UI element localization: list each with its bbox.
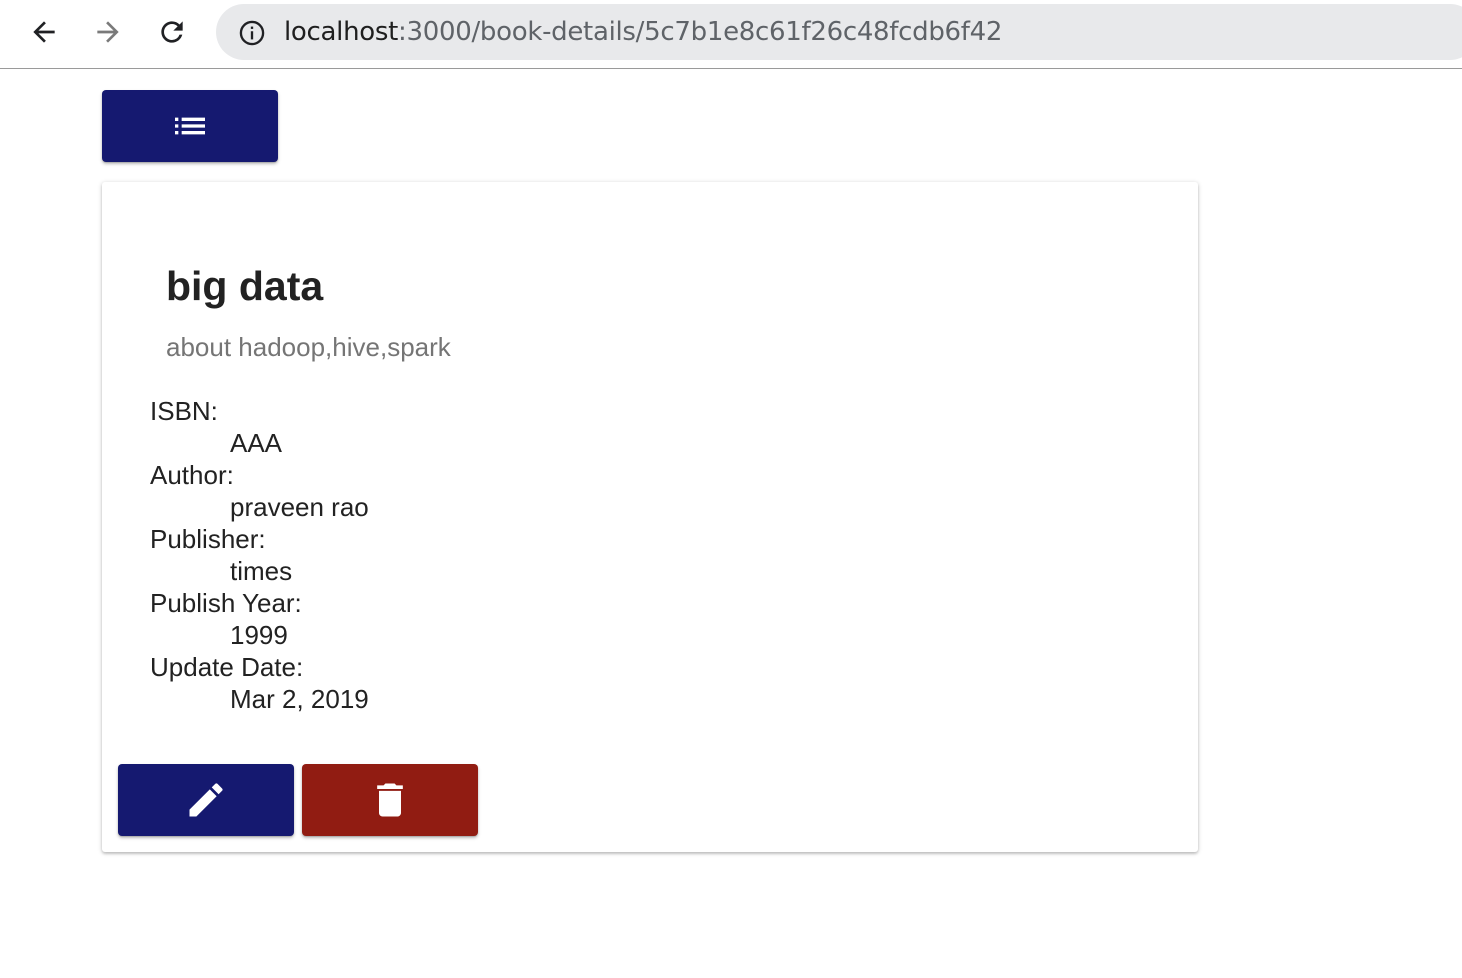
reload-button[interactable] (152, 12, 192, 52)
reload-icon (161, 21, 183, 43)
trash-icon (377, 783, 403, 817)
book-title: big data (166, 263, 324, 309)
arrow-right-icon (97, 21, 119, 43)
publish-year-value: 1999 (230, 620, 288, 650)
book-details-list: ISBN: AAA Author: praveen rao Publisher:… (150, 395, 369, 715)
update-date-label: Update Date: (150, 652, 304, 682)
forward-button[interactable] (88, 12, 128, 52)
url-path: :3000/book-details/5c7b1e8c61f26c48fcdb6… (398, 17, 1003, 47)
author-value: praveen rao (230, 492, 369, 522)
isbn-value: AAA (230, 428, 283, 458)
update-date-value: Mar 2, 2019 (230, 684, 369, 714)
publisher-label: Publisher: (150, 524, 266, 554)
publish-year-label: Publish Year: (150, 588, 302, 618)
publisher-value: times (230, 556, 293, 586)
isbn-label: ISBN: (150, 396, 218, 426)
address-url[interactable]: localhost:3000/book-details/5c7b1e8c61f2… (284, 17, 1002, 47)
delete-button[interactable] (302, 764, 478, 836)
info-circle-icon[interactable] (238, 19, 266, 47)
book-list-button[interactable] (102, 90, 278, 162)
arrow-left-icon (33, 21, 55, 43)
book-description: about hadoop,hive,spark (166, 332, 451, 362)
url-host: localhost (284, 17, 399, 47)
back-button[interactable] (24, 12, 64, 52)
author-label: Author: (150, 460, 234, 490)
edit-button[interactable] (118, 764, 294, 836)
pencil-icon (189, 783, 223, 817)
browser-toolbar: localhost:3000/book-details/5c7b1e8c61f2… (0, 0, 1462, 69)
list-icon (175, 117, 205, 135)
address-bar[interactable]: localhost:3000/book-details/5c7b1e8c61f2… (216, 4, 1462, 60)
book-details-card: big data about hadoop,hive,spark ISBN: A… (102, 182, 1198, 852)
